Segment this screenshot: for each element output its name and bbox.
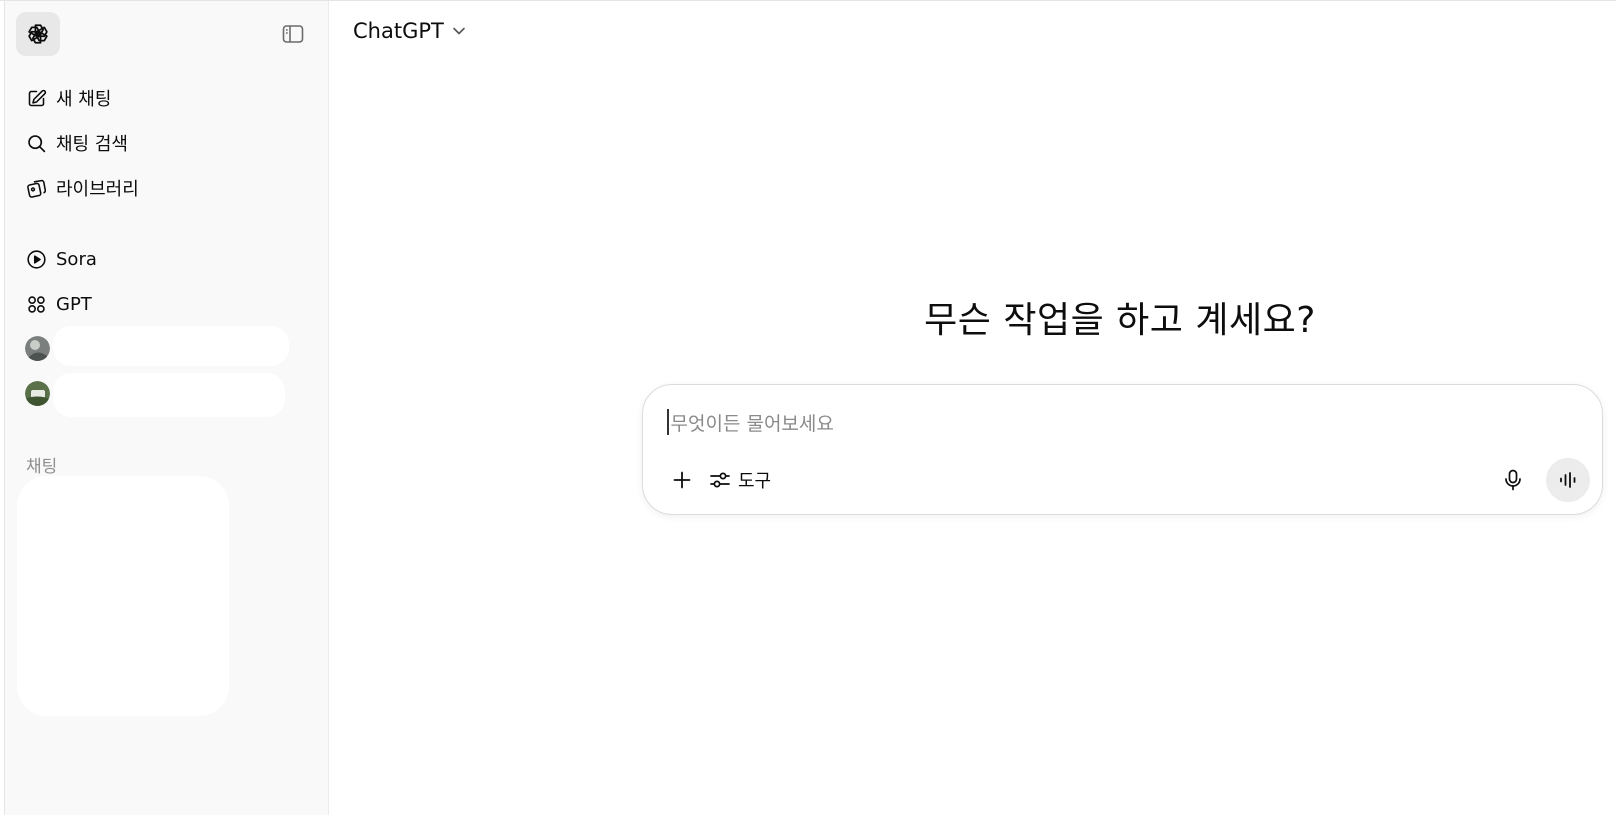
library-icon bbox=[25, 177, 47, 199]
sidebar-item-label: Sora bbox=[56, 248, 97, 270]
play-circle-icon bbox=[25, 248, 47, 270]
grid-icon bbox=[25, 293, 47, 315]
avatar bbox=[25, 336, 50, 361]
plus-icon bbox=[673, 471, 691, 489]
openai-logo-button[interactable] bbox=[16, 12, 60, 56]
new-chat-icon bbox=[25, 87, 47, 109]
sidebar-item-label: 새 채팅 bbox=[56, 89, 112, 110]
sidebar-item-label: GPT bbox=[56, 293, 92, 315]
sliders-icon bbox=[709, 470, 731, 490]
sidebar-item-custom-gpt[interactable] bbox=[25, 381, 50, 406]
tools-label: 도구 bbox=[738, 471, 772, 492]
sidebar-item-label: 라이브러리 bbox=[56, 179, 139, 200]
page-title: 무슨 작업을 하고 계세요? bbox=[924, 300, 1316, 341]
avatar bbox=[25, 381, 50, 406]
openai-logo-icon bbox=[28, 24, 48, 44]
model-name: ChatGPT bbox=[353, 19, 444, 43]
text-caret bbox=[667, 409, 669, 435]
redacted-area bbox=[17, 476, 229, 716]
sidebar: 새 채팅 채팅 검색 라이브러리 Sora GPT 채팅 bbox=[4, 1, 329, 815]
tools-button[interactable]: 도구 bbox=[709, 463, 771, 497]
sidebar-item-label: 채팅 검색 bbox=[56, 134, 128, 155]
voice-mode-button[interactable] bbox=[1546, 458, 1590, 502]
model-switcher[interactable]: ChatGPT bbox=[353, 19, 466, 43]
sidebar-panel-icon bbox=[282, 25, 304, 43]
sidebar-item-gpt[interactable]: GPT bbox=[25, 289, 92, 319]
chevron-down-icon bbox=[452, 26, 466, 36]
sidebar-item-custom-gpt[interactable] bbox=[25, 336, 50, 361]
search-icon bbox=[25, 132, 47, 154]
prompt-input[interactable]: 무엇이든 물어보세요 bbox=[667, 405, 1547, 439]
microphone-icon bbox=[1505, 469, 1521, 491]
composer: 무엇이든 물어보세요 도구 bbox=[642, 384, 1603, 515]
waveform-icon bbox=[1560, 472, 1576, 488]
sidebar-item-search-chats[interactable]: 채팅 검색 bbox=[25, 128, 128, 158]
app-window: 새 채팅 채팅 검색 라이브러리 Sora GPT 채팅 ChatGPT 무슨 … bbox=[0, 0, 1616, 815]
sidebar-toggle-button[interactable] bbox=[282, 23, 304, 45]
sidebar-item-new-chat[interactable]: 새 채팅 bbox=[25, 83, 111, 113]
redacted-area bbox=[53, 373, 285, 417]
redacted-area bbox=[53, 326, 289, 366]
sidebar-item-library[interactable]: 라이브러리 bbox=[25, 173, 139, 203]
sidebar-item-sora[interactable]: Sora bbox=[25, 244, 97, 274]
prompt-placeholder: 무엇이든 물어보세요 bbox=[670, 412, 834, 435]
dictate-button[interactable] bbox=[1496, 463, 1530, 497]
attach-button[interactable] bbox=[665, 463, 699, 497]
chats-section-label: 채팅 bbox=[26, 457, 58, 477]
